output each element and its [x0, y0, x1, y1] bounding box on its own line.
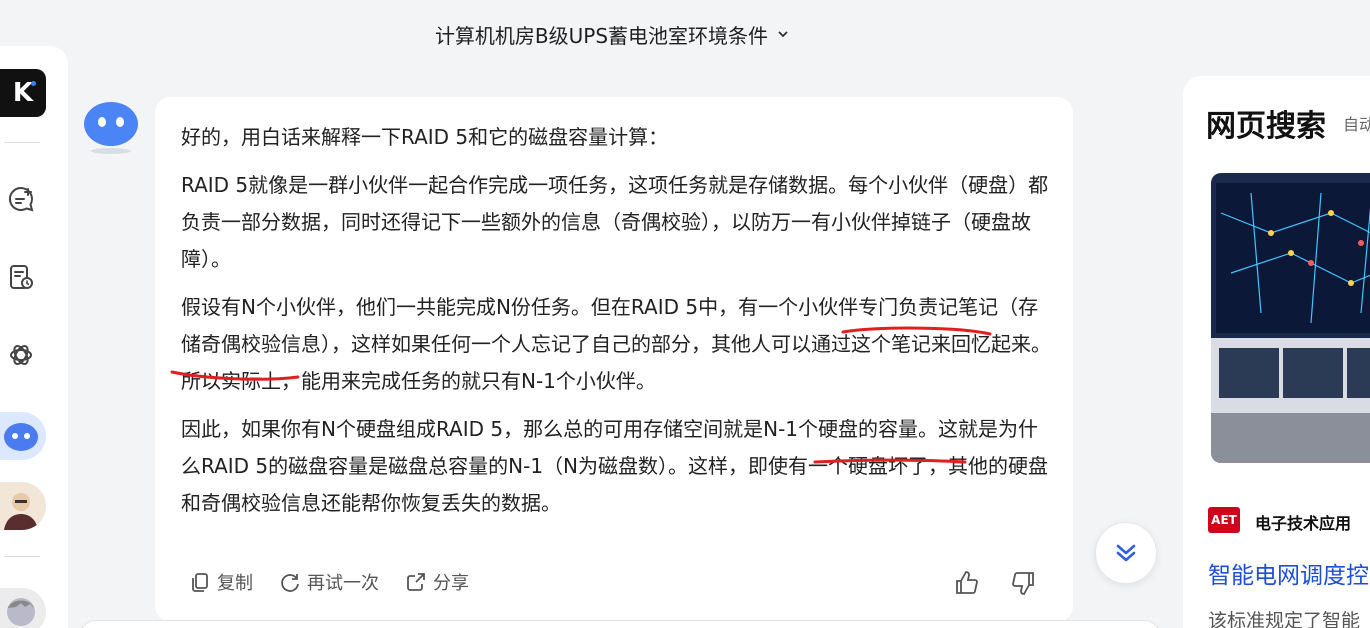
rail-divider [4, 556, 40, 557]
source-logo: AET [1208, 507, 1240, 533]
agents-icon[interactable] [4, 338, 38, 372]
chat-input[interactable] [80, 620, 1160, 628]
text-segment: 假设有N个小伙伴，他们一共能完成N份任务。但在RAID 5中，有一 [181, 295, 779, 319]
double-chevron-down-icon [1116, 544, 1136, 562]
message-paragraph: 因此，如果你有N个硬盘组成RAID 5，那么总的可用存储空间就是N-1个硬盘的容… [181, 411, 1051, 522]
share-icon [407, 573, 425, 591]
panel-title: 网页搜索 [1206, 109, 1326, 144]
refresh-icon [281, 574, 299, 592]
copy-label: 复制 [217, 573, 253, 594]
text-segment: 校验信息），这样如果任何一个人忘记了自己的部分，其他人可以通过这个笔记来回忆起来… [181, 332, 1051, 393]
new-chat-icon[interactable] [4, 182, 38, 216]
message-actions: 复制 再试一次 分享 [189, 569, 469, 595]
scroll-to-bottom-button[interactable] [1095, 522, 1157, 584]
share-button[interactable]: 分享 [405, 569, 469, 595]
feedback-group [953, 569, 1037, 597]
user-avatar[interactable] [0, 482, 46, 530]
assistant-message: 好的，用白话来解释一下RAID 5和它的磁盘容量计算： RAID 5就像是一群小… [155, 97, 1073, 622]
app-logo[interactable]: K [0, 69, 46, 117]
thumbs-down-icon[interactable] [1009, 569, 1037, 597]
result-title-link[interactable]: 智能电网调度控 [1208, 556, 1369, 590]
rail-divider [4, 142, 40, 143]
bot-avatar-icon [82, 98, 140, 156]
chevron-down-icon [776, 27, 790, 45]
result-snippet: 该标准规定了智能 [1208, 610, 1361, 628]
message-paragraph: RAID 5就像是一群小伙伴一起合作完成一项任务，这项任务就是存储数据。每个小伙… [181, 173, 1049, 271]
share-label: 分享 [433, 573, 469, 594]
search-result-image[interactable] [1211, 173, 1370, 463]
message-body: 好的，用白话来解释一下RAID 5和它的磁盘容量计算： RAID 5就像是一群小… [181, 119, 1051, 533]
message-paragraph: 好的，用白话来解释一下RAID 5和它的磁盘容量计算： [181, 125, 669, 149]
underlined-text: N-1个硬盘的容量 [763, 417, 919, 441]
web-search-panel: 网页搜索 自动 AET 电子技术应用 智能电网调度控 该标准规定了智能 [1183, 76, 1370, 628]
retry-label: 再试一次 [307, 573, 379, 594]
conversation-title[interactable]: 计算机机房B级UPS蓄电池室环境条件 [0, 20, 1225, 49]
message-paragraph: 假设有N个小伙伴，他们一共能完成N份任务。但在RAID 5中，有一个小伙伴专门负… [181, 289, 1051, 400]
history-icon[interactable] [4, 260, 38, 294]
text-segment: 责记 [918, 295, 959, 319]
thumbs-up-icon[interactable] [953, 569, 981, 597]
assistant-avatar-icon[interactable] [0, 412, 46, 460]
retry-button[interactable]: 再试一次 [279, 569, 379, 595]
copy-icon [192, 573, 208, 592]
copy-button[interactable]: 复制 [189, 569, 253, 595]
conversation-title-text: 计算机机房B级UPS蓄电池室环境条件 [434, 24, 769, 48]
left-rail [0, 46, 68, 628]
underlined-text: 个小伙伴专门负 [778, 295, 919, 319]
source-name: 电子技术应用 [1255, 514, 1352, 533]
text-segment: 因此，如果你有N个硬盘组成RAID 5，那么总的可用存储空间就是 [181, 417, 764, 441]
panel-subtitle: 自动 [1343, 115, 1370, 134]
